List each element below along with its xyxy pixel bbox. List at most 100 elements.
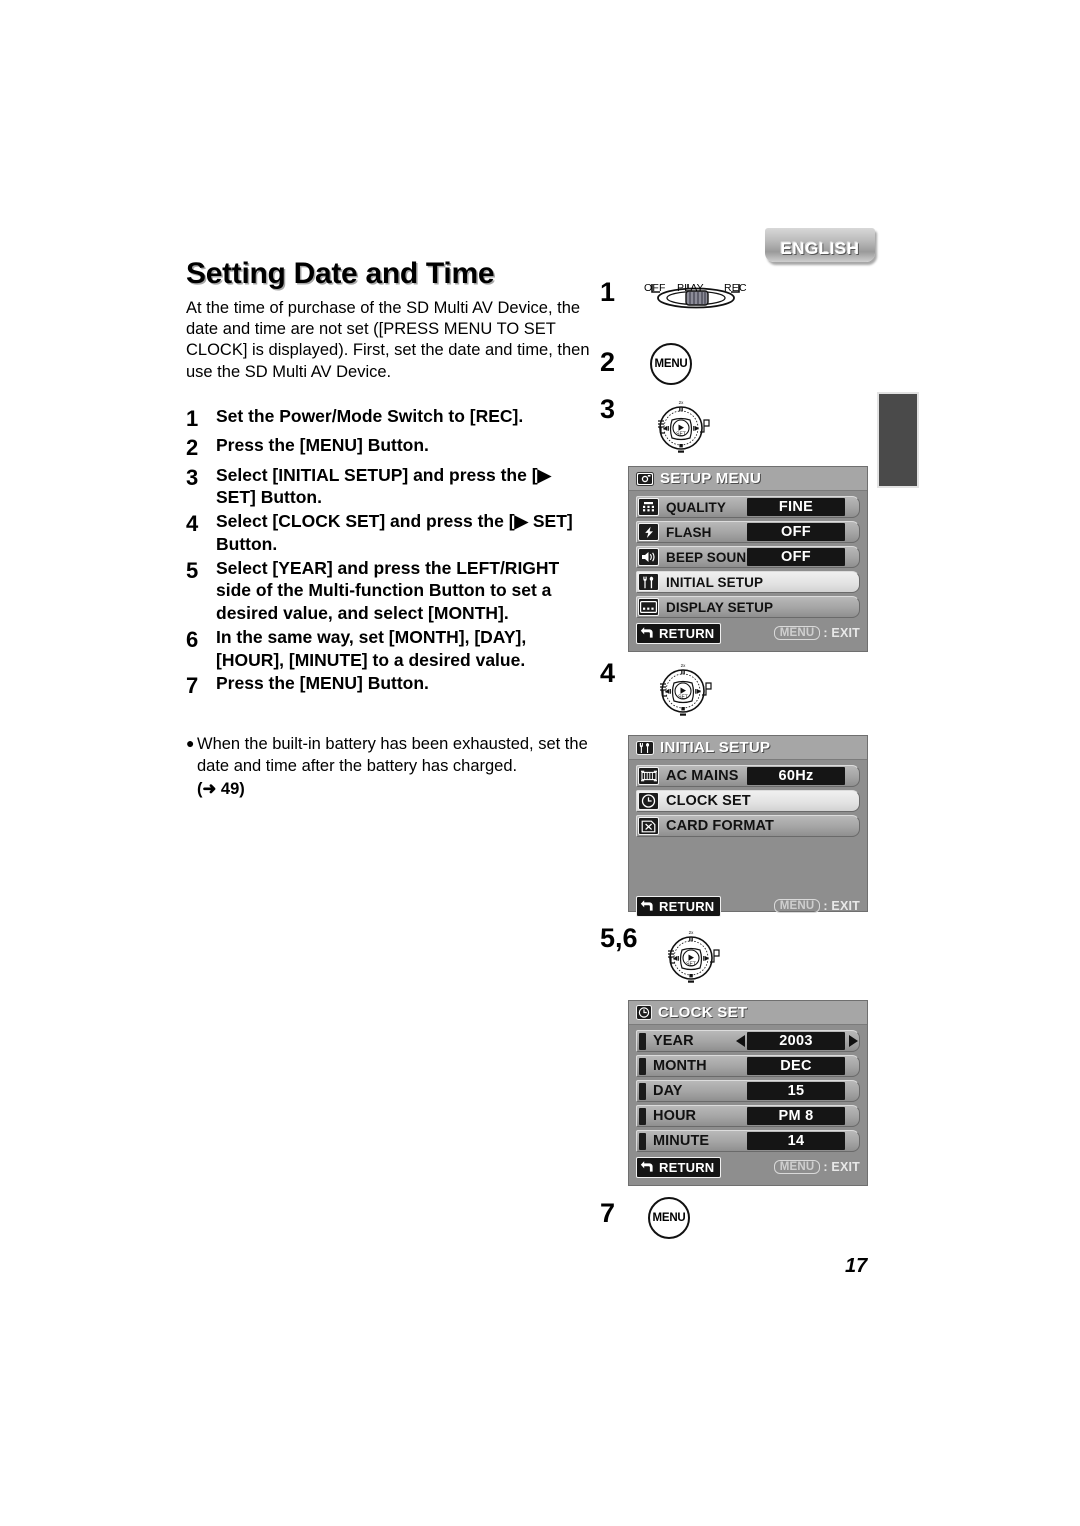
exit-text: : EXIT (823, 1160, 860, 1174)
menu-item-label: CARD FORMAT (666, 818, 774, 834)
svg-text:SET: SET (676, 432, 686, 438)
multi-function-dial-icon: SET 2x (660, 663, 712, 716)
menu-item-value-text: OFF (781, 524, 811, 540)
clock-row-label: MONTH (653, 1058, 707, 1074)
clock-icon (636, 1005, 652, 1020)
multi-function-button-diagram-3: SET 2x (650, 395, 712, 457)
return-label: RETURN (659, 898, 715, 914)
menu-item-initial-setup[interactable]: INITIAL SETUP (636, 571, 860, 593)
menu-item-clock-set[interactable]: CLOCK SET (636, 790, 860, 812)
menu-item-label: QUALITY (666, 499, 726, 515)
svg-text:2x: 2x (679, 400, 685, 405)
menu-item-flash[interactable]: FLASH OFF (636, 521, 860, 543)
clock-row-value-text: 15 (787, 1083, 805, 1099)
multi-function-button-diagram-56: SET 2x (660, 925, 722, 987)
return-arrow-icon (640, 626, 655, 640)
menu-item-value[interactable]: FINE (747, 498, 845, 516)
quality-grid-icon (638, 498, 659, 516)
clock-row-minute[interactable]: MINUTE 14 (636, 1130, 860, 1152)
menu-item-card-format[interactable]: CARD FORMAT (636, 815, 860, 837)
menu-item-value[interactable]: OFF (747, 523, 845, 541)
return-arrow-icon (640, 899, 655, 913)
osd-setup-menu: SETUP MENU QUALITY FINE FLASH OFF BEEP S… (628, 466, 868, 652)
clock-row-value[interactable]: 14 (747, 1132, 845, 1150)
osd-initial-setup-body: AC MAINS 60Hz CLOCK SET CARD FORMAT (629, 760, 867, 837)
svg-text:SET: SET (686, 962, 696, 968)
osd-clock-set-header: CLOCK SET (629, 1001, 867, 1025)
menu-item-beep-sound[interactable]: BEEP SOUND OFF (636, 546, 860, 568)
ac-mains-icon (638, 767, 659, 785)
osd-clock-set-footer: RETURN MENU : EXIT (629, 1156, 867, 1178)
menu-item-display-setup[interactable]: DISPLAY SETUP (636, 596, 860, 618)
switch-label-rec: REC (724, 282, 747, 294)
step-item: 6 In the same way, set [MONTH], [DAY], [… (186, 626, 592, 672)
osd-clock-set-body: YEAR 2003 MONTH DEC DAY 15 HOUR PM 8 MIN… (629, 1025, 867, 1152)
step-item: 3 Select [INITIAL SETUP] and press the [… (186, 464, 592, 510)
return-button[interactable]: RETURN (636, 895, 722, 917)
decrement-arrow-icon[interactable] (736, 1035, 745, 1047)
note-reference: (➜ 49) (197, 780, 245, 798)
clock-row-value[interactable]: DEC (747, 1057, 845, 1075)
menu-item-ac-mains[interactable]: AC MAINS 60Hz (636, 765, 860, 787)
clock-row-value[interactable]: 15 (747, 1082, 845, 1100)
menu-item-label: AC MAINS (666, 768, 739, 784)
row-tick-marker (639, 1082, 646, 1100)
step-item: 2 Press the [MENU] Button. (186, 434, 592, 462)
clock-row-label: HOUR (653, 1108, 697, 1124)
exit-key-label: MENU (773, 1160, 821, 1174)
clock-row-label: DAY (653, 1083, 683, 1099)
step-text: Set the Power/Mode Switch to [REC]. (216, 406, 524, 427)
clock-icon (638, 792, 659, 810)
return-button[interactable]: RETURN (636, 1156, 722, 1178)
diagram-step-number-56: 5,6 (600, 923, 638, 953)
step-number: 4 (186, 511, 199, 537)
menu-item-value-text: OFF (781, 549, 811, 565)
osd-initial-setup-header: INITIAL SETUP (629, 736, 867, 760)
menu-item-value[interactable]: OFF (747, 548, 845, 566)
menu-button-diagram-7: MENU (648, 1197, 690, 1239)
clock-row-month[interactable]: MONTH DEC (636, 1055, 860, 1077)
menu-item-value[interactable]: 60Hz (747, 767, 845, 785)
clock-row-value[interactable]: PM 8 (747, 1107, 845, 1125)
diagram-step-number-4: 4 (600, 658, 616, 688)
diagram-step-number-2: 2 (600, 347, 616, 377)
svg-text:2x: 2x (689, 930, 695, 935)
menu-item-label: INITIAL SETUP (666, 574, 764, 590)
return-button[interactable]: RETURN (636, 622, 722, 644)
step-number: 7 (186, 673, 199, 699)
note-text: When the built-in battery has been exhau… (197, 734, 592, 800)
exit-text: : EXIT (823, 899, 860, 913)
clock-row-value-text: DEC (780, 1058, 812, 1074)
tools-icon (636, 740, 654, 755)
osd-initial-setup-footer: RETURN MENU : EXIT (629, 895, 867, 917)
return-arrow-icon (640, 1160, 655, 1174)
menu-item-label: FLASH (666, 524, 712, 540)
return-label: RETURN (659, 1159, 715, 1175)
exit-hint: MENU : EXIT (773, 899, 860, 913)
page-number: 17 (845, 1255, 868, 1277)
clock-row-year[interactable]: YEAR 2003 (636, 1030, 860, 1052)
note-block: ● When the built-in battery has been exh… (186, 734, 592, 800)
multi-function-button-diagram-4: SET 2x (652, 658, 714, 720)
increment-arrow-icon[interactable] (849, 1035, 858, 1047)
step-text: Select [YEAR] and press the LEFT/RIGHT s… (216, 557, 560, 624)
menu-item-label: CLOCK SET (666, 793, 751, 809)
step-text: In the same way, set [MONTH], [DAY], [HO… (216, 626, 527, 670)
clock-row-value-text: 2003 (779, 1033, 813, 1049)
menu-item-value-text: FINE (778, 499, 814, 515)
clock-row-value[interactable]: 2003 (747, 1032, 845, 1050)
step-number: 3 (186, 464, 199, 490)
osd-title: CLOCK SET (658, 1004, 748, 1021)
step-text: Select [INITIAL SETUP] and press the [▶ … (216, 464, 552, 508)
clock-row-label: YEAR (653, 1033, 694, 1049)
step-text: Press the [MENU] Button. (216, 673, 429, 694)
clock-row-hour[interactable]: HOUR PM 8 (636, 1105, 860, 1127)
svg-text:2x: 2x (681, 663, 687, 668)
multi-function-dial-icon: SET 2x (668, 930, 720, 983)
clock-row-day[interactable]: DAY 15 (636, 1080, 860, 1102)
diagram-step-number-1: 1 (600, 277, 616, 307)
svg-text:SET: SET (678, 695, 688, 701)
menu-item-quality[interactable]: QUALITY FINE (636, 496, 860, 518)
return-label: RETURN (659, 625, 715, 641)
menu-item-label: DISPLAY SETUP (666, 599, 774, 615)
